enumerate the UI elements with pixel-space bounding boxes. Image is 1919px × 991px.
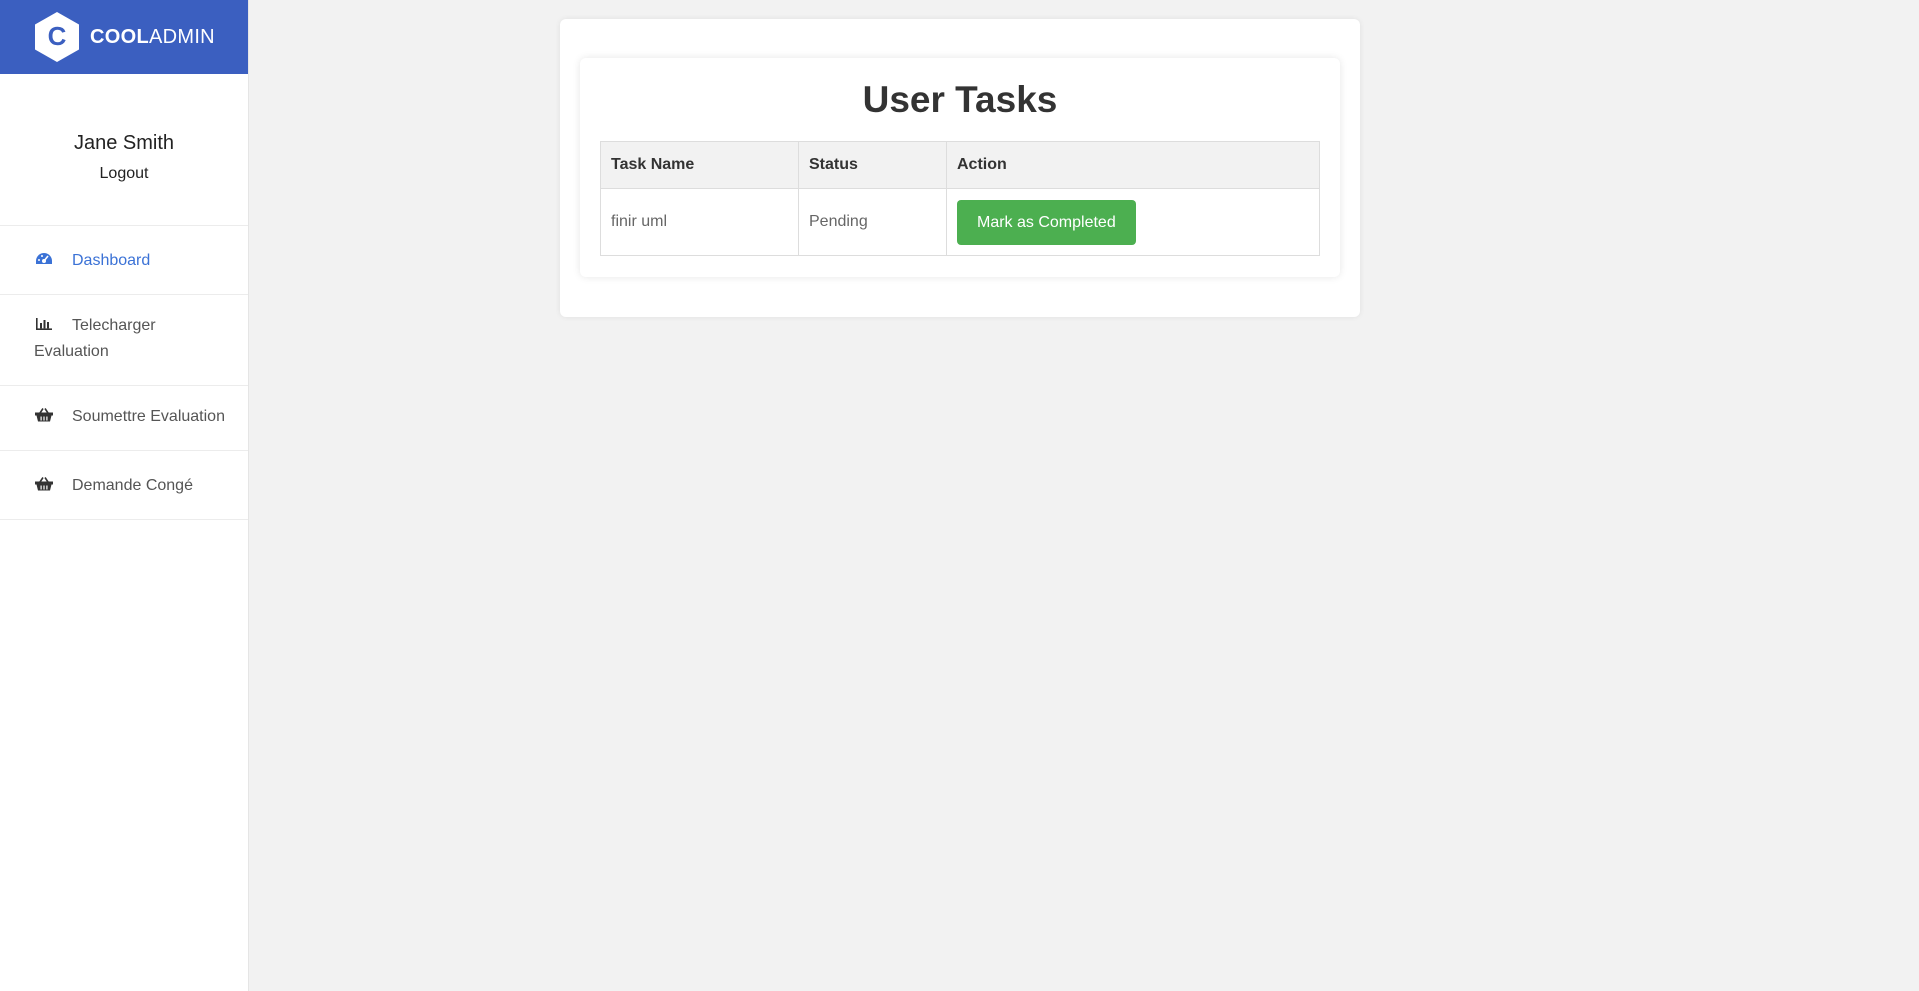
tasks-card: User Tasks Task Name Status Action finir… (580, 58, 1340, 277)
table-header-row: Task Name Status Action (600, 141, 1320, 189)
sidebar: C COOLADMIN Jane Smith Logout Dashboard … (0, 0, 249, 991)
main-content-card: User Tasks Task Name Status Action finir… (560, 19, 1360, 317)
logout-link[interactable]: Logout (0, 165, 248, 183)
basket-icon (35, 477, 53, 491)
sidebar-item-soumettre-evaluation[interactable]: Soumettre Evaluation (0, 386, 248, 451)
mark-as-completed-button[interactable]: Mark as Completed (957, 199, 1136, 245)
sidebar-item-dashboard[interactable]: Dashboard (0, 226, 248, 295)
sidebar-item-label: Dashboard (72, 252, 151, 269)
brand-name: COOLADMIN (90, 26, 215, 49)
table-row: finir uml Pending Mark as Completed (600, 188, 1320, 256)
brand-header[interactable]: C COOLADMIN (0, 0, 248, 74)
svg-text:C: C (48, 21, 67, 51)
task-name-cell: finir uml (600, 188, 799, 256)
sidebar-item-label: Soumettre Evaluation (72, 408, 225, 425)
column-header-task-name: Task Name (600, 141, 799, 189)
brand-name-light: ADMIN (148, 25, 215, 48)
task-action-cell: Mark as Completed (946, 188, 1320, 256)
column-header-status: Status (798, 141, 947, 189)
brand-name-bold: COOL (90, 25, 149, 48)
sidebar-item-telecharger-evaluation[interactable]: Telecharger Evaluation (0, 295, 248, 386)
user-profile: Jane Smith Logout (0, 74, 248, 226)
logo-hexagon-icon: C (35, 12, 79, 62)
column-header-action: Action (946, 141, 1320, 189)
tasks-table: Task Name Status Action finir uml Pendin… (600, 141, 1320, 256)
sidebar-item-demande-conge[interactable]: Demande Congé (0, 451, 248, 520)
page-title: User Tasks (862, 79, 1058, 120)
user-name: Jane Smith (73, 132, 175, 154)
dashboard-gauge-icon (36, 253, 52, 264)
bar-chart-icon (36, 318, 52, 330)
sidebar-item-label: Demande Congé (72, 477, 193, 494)
task-status-cell: Pending (798, 188, 947, 256)
basket-icon (35, 408, 53, 422)
